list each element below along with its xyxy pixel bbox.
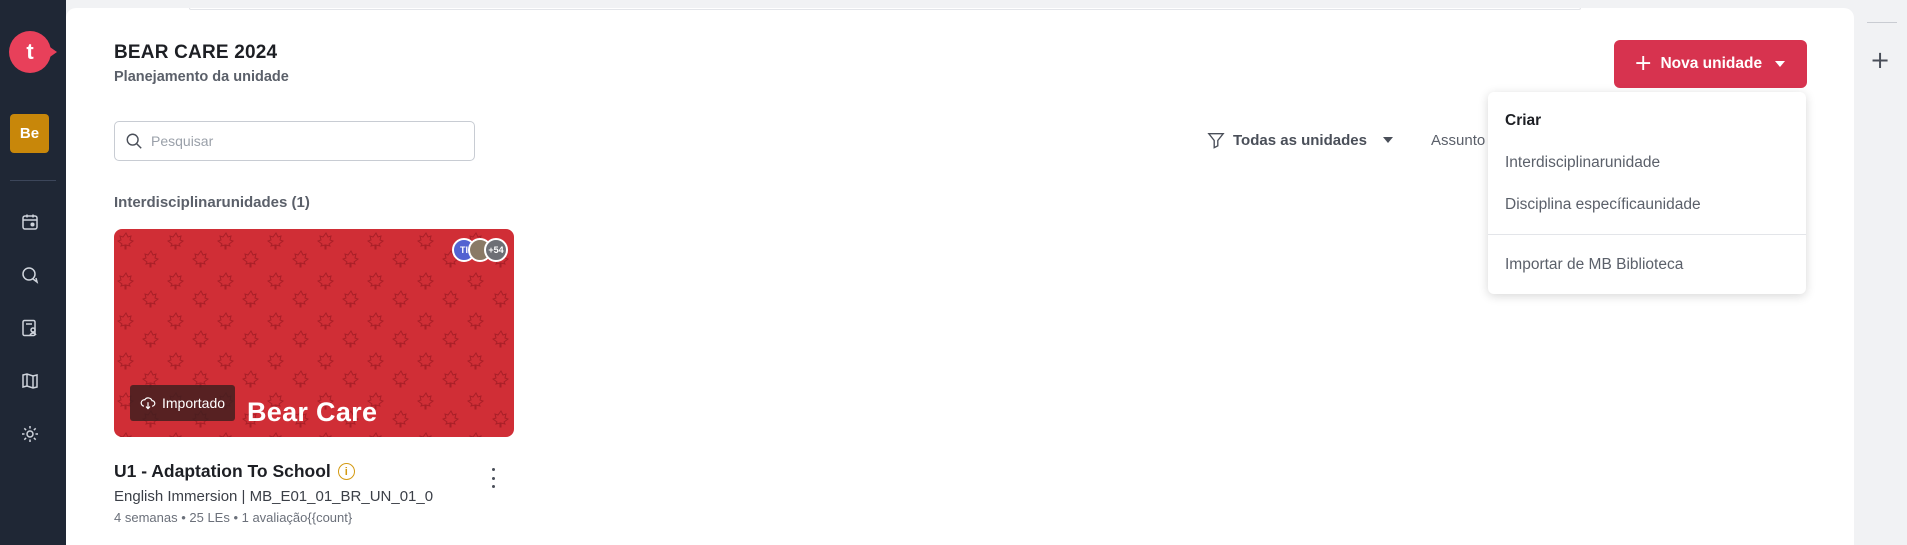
- new-unit-label: Nova unidade: [1660, 55, 1763, 72]
- page-subtitle: Planejamento da unidade: [114, 69, 289, 85]
- search-icon: [126, 133, 142, 149]
- calendar-icon[interactable]: [19, 211, 41, 233]
- left-nav-rail: t Be: [0, 0, 66, 545]
- top-strip: [189, 8, 1581, 10]
- subject-filter[interactable]: Assunto: [1431, 132, 1485, 149]
- settings-icon[interactable]: [19, 423, 41, 445]
- unit-stats: 4 semanas • 25 LEs • 1 avaliação{{count}: [114, 510, 353, 525]
- section-label: Interdisciplinarunidades (1): [114, 194, 310, 211]
- search-field[interactable]: [114, 121, 475, 161]
- units-filter-label: Todas as unidades: [1233, 131, 1367, 149]
- page-title: BEAR CARE 2024: [114, 42, 278, 63]
- avatar-overflow-count: +54: [484, 238, 508, 262]
- chevron-down-icon: [1775, 61, 1785, 67]
- plus-icon: +: [1634, 51, 1653, 76]
- cloud-download-icon: [140, 397, 156, 410]
- info-icon[interactable]: i: [337, 463, 355, 480]
- more-options-icon[interactable]: [490, 468, 496, 488]
- dropdown-divider: [1488, 234, 1806, 235]
- chat-icon[interactable]: [19, 264, 41, 286]
- panel-divider: [1867, 22, 1897, 23]
- menu-item-subject-specific[interactable]: Disciplina específicaunidade: [1505, 196, 1701, 214]
- unit-card-image[interactable]: TI +54 Importado Bear Care: [114, 229, 514, 437]
- collaborator-avatars[interactable]: TI +54: [452, 238, 508, 262]
- imported-label: Importado: [162, 395, 226, 411]
- unit-meta: English Immersion | MB_E01_01_BR_UN_01_0: [114, 488, 434, 505]
- rail-divider: [10, 180, 56, 181]
- new-unit-dropdown: Criar Interdisciplinarunidade Disciplina…: [1488, 92, 1806, 294]
- school-badge[interactable]: Be: [10, 114, 49, 153]
- right-side-panel: +: [1854, 0, 1907, 545]
- logo-letter: t: [26, 39, 34, 64]
- filter-icon: [1207, 133, 1225, 149]
- library-icon[interactable]: [19, 370, 41, 392]
- app-logo[interactable]: t: [9, 31, 57, 73]
- school-badge-label: Be: [19, 125, 40, 142]
- units-filter[interactable]: Todas as unidades: [1207, 131, 1393, 149]
- menu-item-interdisciplinary[interactable]: Interdisciplinarunidade: [1505, 154, 1660, 172]
- search-input[interactable]: [151, 133, 451, 149]
- unit-title[interactable]: U1 - Adaptation To School i: [114, 461, 355, 482]
- menu-item-import-library[interactable]: Importar de MB Biblioteca: [1505, 256, 1683, 274]
- new-unit-button[interactable]: + Nova unidade: [1614, 40, 1807, 88]
- brand-text: Bear Care: [247, 397, 378, 427]
- student-record-icon[interactable]: [19, 317, 41, 339]
- dropdown-header: Criar: [1505, 112, 1542, 129]
- chevron-down-icon: [1382, 137, 1393, 143]
- unit-title-text: U1 - Adaptation To School: [114, 461, 331, 481]
- add-icon[interactable]: +: [1870, 46, 1890, 74]
- imported-badge: Importado: [130, 385, 236, 421]
